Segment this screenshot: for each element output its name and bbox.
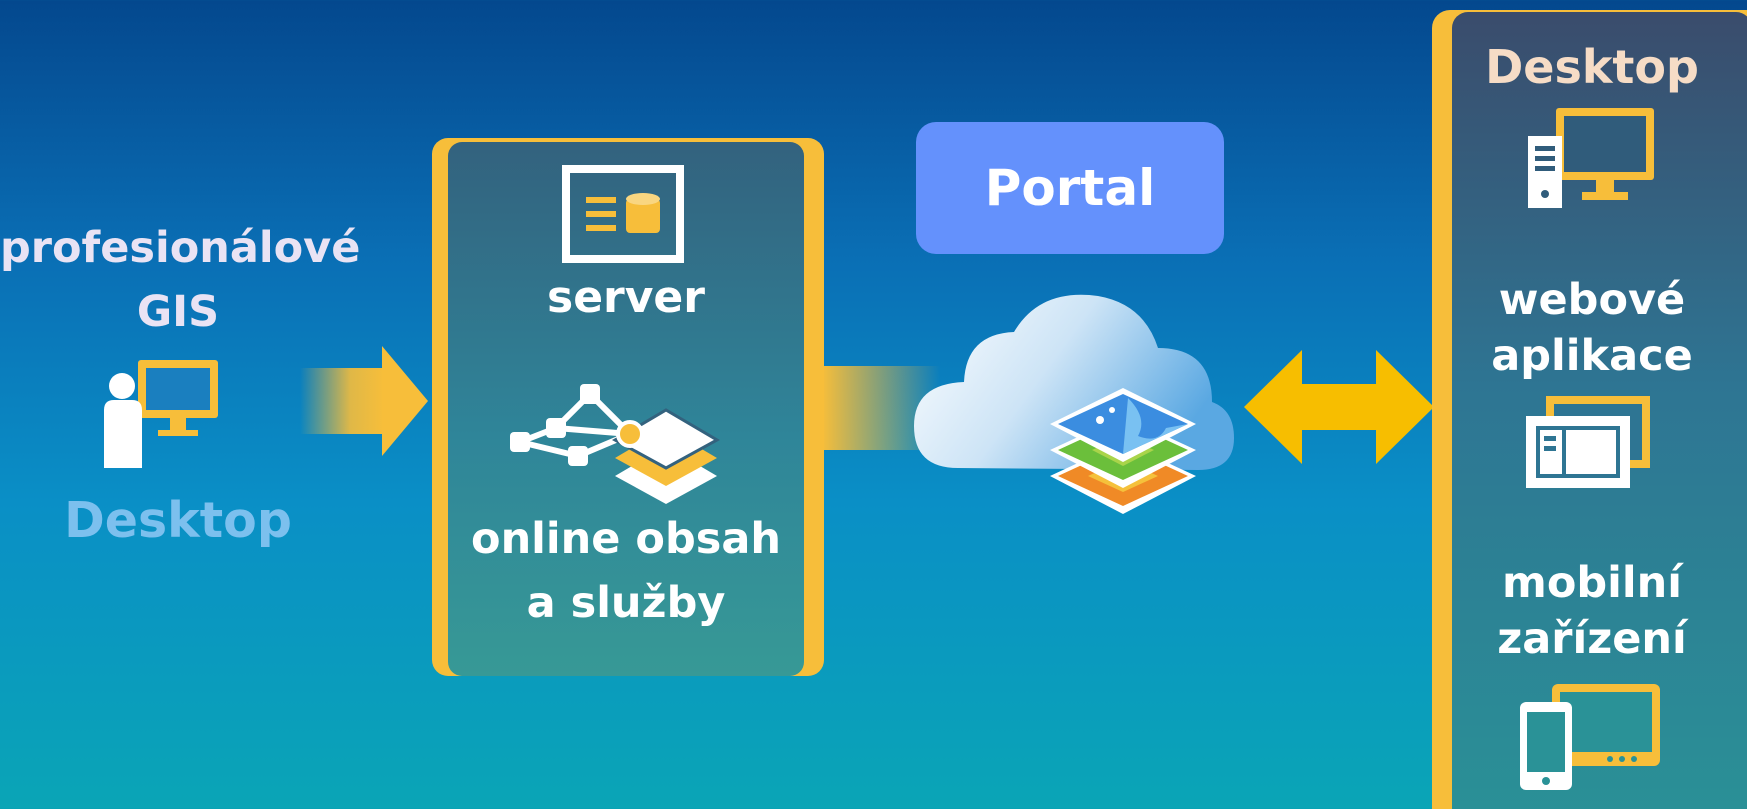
professional-gis-desktop-label: Desktop — [64, 492, 292, 549]
client-mobile-label: mobilní zařízení — [1452, 555, 1732, 667]
client-web-line2: aplikace — [1491, 331, 1693, 381]
web-app-icon — [1524, 392, 1654, 492]
client-mobile-line2: zařízení — [1497, 614, 1687, 664]
map-layers-icon — [1048, 380, 1198, 516]
server-icon — [562, 165, 684, 263]
online-content-line1: online obsah — [471, 514, 781, 564]
client-web-label: webové aplikace — [1452, 272, 1732, 384]
client-web-line1: webové — [1498, 275, 1686, 325]
online-content-label: online obsah a služby — [448, 507, 804, 635]
professional-gis-title-line1: profesionálové — [0, 223, 361, 273]
network-layers-icon — [508, 380, 722, 504]
portal-box: Portal — [916, 122, 1224, 254]
desktop-computer-icon — [1526, 106, 1656, 210]
server-label: server — [547, 272, 705, 323]
client-mobile-line1: mobilní — [1502, 558, 1682, 608]
double-arrow-icon — [1244, 350, 1434, 464]
mobile-devices-icon — [1518, 680, 1662, 792]
person-at-desktop-icon — [102, 356, 236, 472]
portal-label: Portal — [984, 159, 1156, 217]
client-desktop-label: Desktop — [1485, 40, 1699, 94]
professional-gis-title: profesionálové GIS — [0, 216, 361, 344]
online-content-line2: a služby — [526, 578, 726, 628]
flow-arrow-right-icon — [300, 346, 430, 456]
professional-gis-title-line2: GIS — [136, 287, 220, 337]
